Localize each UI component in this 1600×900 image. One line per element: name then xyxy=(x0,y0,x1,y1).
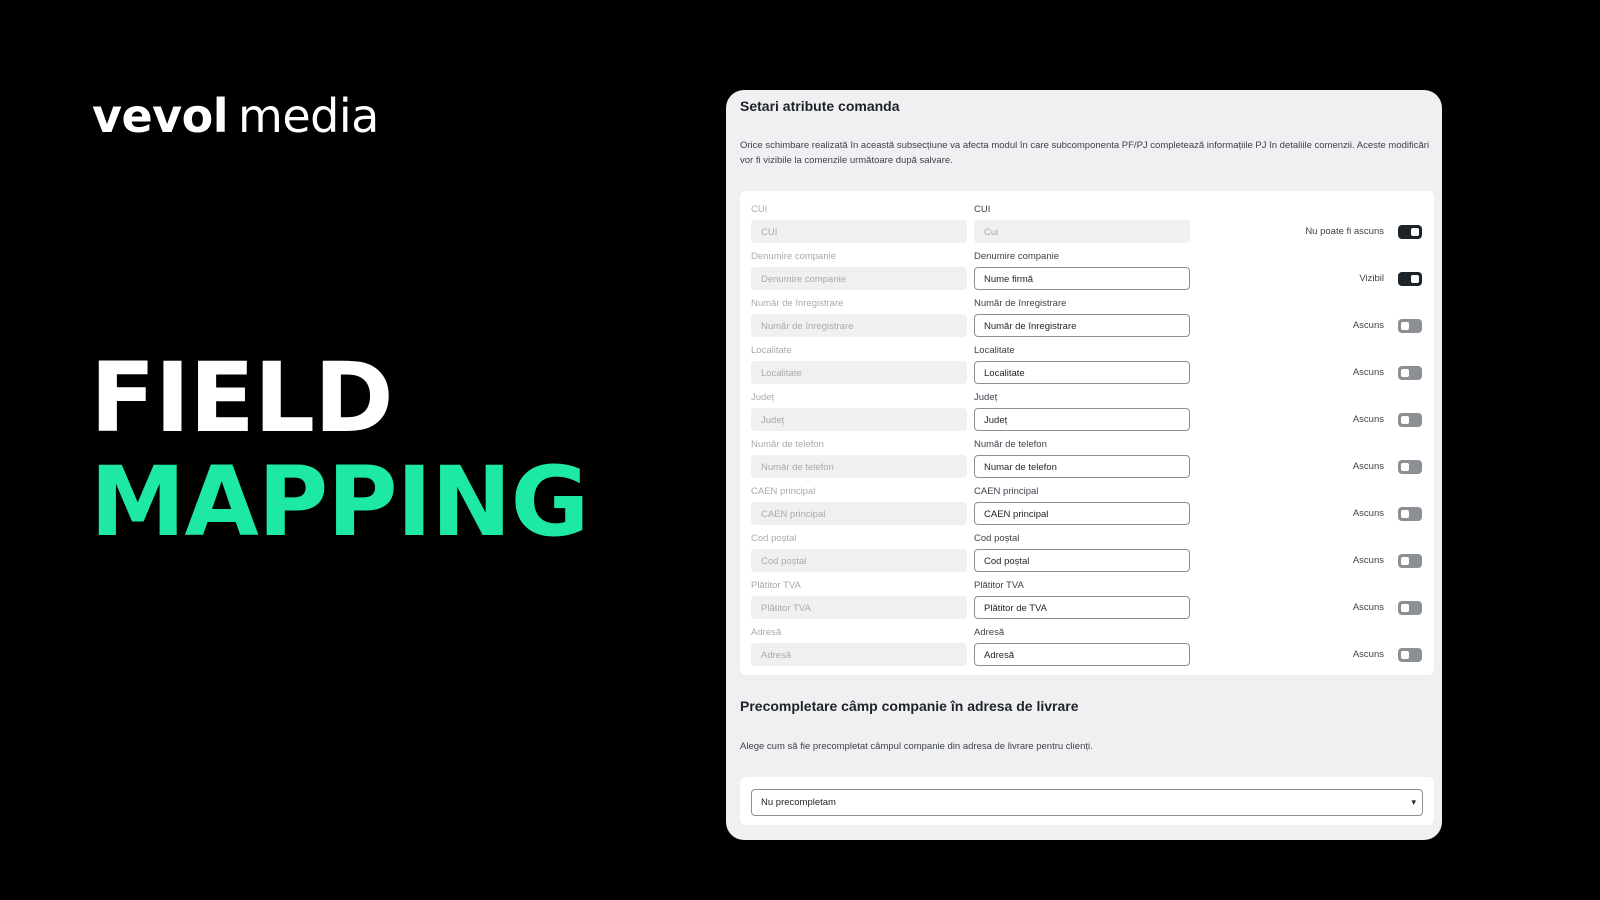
custom-field-input[interactable]: Nume firmă xyxy=(974,267,1190,290)
custom-field-label: Plătitor TVA xyxy=(974,580,1024,591)
default-field-label: Număr de telefon xyxy=(751,439,824,450)
field-row: Plătitor TVA Plătitor TVA Plătitor TVA Plăt… xyxy=(740,580,1434,627)
visibility-toggle[interactable] xyxy=(1398,554,1422,568)
custom-field-input[interactable]: Numar de telefon xyxy=(974,455,1190,478)
field-row: CUI CUI CUI Cui Nu poate fi ascuns xyxy=(740,204,1434,251)
default-field-input: Număr de înregistrare xyxy=(751,314,967,337)
visibility-toggle[interactable] xyxy=(1398,366,1422,380)
visibility-status: Ascuns xyxy=(1352,602,1384,613)
default-field-input: Localitate xyxy=(751,361,967,384)
default-field-input: Cod poștal xyxy=(751,549,967,572)
custom-field-label: CUI xyxy=(974,204,991,215)
default-field-input: CUI xyxy=(751,220,967,243)
prefill-description: Alege cum să fie precompletat câmpul com… xyxy=(740,741,1093,752)
custom-field-input[interactable]: Plătitor de TVA xyxy=(974,596,1190,619)
default-field-label: Localitate xyxy=(751,345,792,356)
default-field-input: Număr de telefon xyxy=(751,455,967,478)
default-field-label: Plătitor TVA xyxy=(751,580,801,591)
headline: FIELD MAPPING xyxy=(90,342,589,558)
toggle-knob xyxy=(1401,463,1409,471)
toggle-knob xyxy=(1401,416,1409,424)
default-field-label: Cod poștal xyxy=(751,533,797,544)
panel-description: Orice schimbare realizată în această sub… xyxy=(740,140,1430,166)
custom-field-label: Număr de înregistrare xyxy=(974,298,1067,309)
field-row: Număr de înregistrare Număr de înregistra… xyxy=(740,298,1434,345)
default-field-input: Plătitor TVA xyxy=(751,596,967,619)
settings-panel: Setari atribute comanda Orice schimbare … xyxy=(726,90,1442,840)
visibility-toggle[interactable] xyxy=(1398,507,1422,521)
custom-field-label: Localitate xyxy=(974,345,1015,356)
visibility-toggle[interactable] xyxy=(1398,413,1422,427)
default-field-label: Adresă xyxy=(751,627,782,638)
toggle-knob xyxy=(1401,510,1409,518)
fields-card: CUI CUI CUI Cui Nu poate fi ascuns Denumire c… xyxy=(740,191,1434,675)
visibility-toggle[interactable] xyxy=(1398,601,1422,615)
logo-part1: vevol xyxy=(92,89,229,143)
default-field-label: Județ xyxy=(751,392,775,403)
visibility-status: Ascuns xyxy=(1352,555,1384,566)
prefill-select[interactable]: Nu precompletam ▾ xyxy=(751,789,1423,816)
field-row: Județ Județ Județ Județ Ascuns xyxy=(740,392,1434,439)
custom-field-input[interactable]: CAEN principal xyxy=(974,502,1190,525)
default-field-input: Adresă xyxy=(751,643,967,666)
default-field-label: CUI xyxy=(751,204,768,215)
prefill-select-value: Nu precompletam xyxy=(761,797,836,808)
toggle-knob xyxy=(1401,369,1409,377)
custom-field-label: Adresă xyxy=(974,627,1005,638)
field-row: Cod poștal Cod poștal Cod poștal Cod poștal… xyxy=(740,533,1434,580)
custom-field-input[interactable]: Cod poștal xyxy=(974,549,1190,572)
visibility-toggle[interactable] xyxy=(1398,460,1422,474)
custom-field-label: Cod poștal xyxy=(974,533,1020,544)
toggle-knob xyxy=(1401,557,1409,565)
visibility-status: Nu poate fi ascuns xyxy=(1305,226,1384,237)
default-field-input: Denumire companie xyxy=(751,267,967,290)
toggle-knob xyxy=(1401,651,1409,659)
visibility-status: Ascuns xyxy=(1352,508,1384,519)
custom-field-input[interactable]: Număr de înregistrare xyxy=(974,314,1190,337)
visibility-status: Vizibil xyxy=(1359,273,1384,284)
toggle-knob xyxy=(1411,228,1419,236)
visibility-status: Ascuns xyxy=(1352,320,1384,331)
field-row: CAEN principal CAEN principal CAEN princip… xyxy=(740,486,1434,533)
default-field-label: Număr de înregistrare xyxy=(751,298,844,309)
field-row: Denumire companie Denumire companie Denumi… xyxy=(740,251,1434,298)
panel-title: Setari atribute comanda xyxy=(740,98,900,114)
custom-field-label: Denumire companie xyxy=(974,251,1060,262)
custom-field-label: CAEN principal xyxy=(974,486,1039,497)
toggle-knob xyxy=(1401,604,1409,612)
custom-field-input[interactable]: Adresă xyxy=(974,643,1190,666)
visibility-toggle[interactable] xyxy=(1398,272,1422,286)
prefill-card: Nu precompletam ▾ xyxy=(740,777,1434,825)
visibility-status: Ascuns xyxy=(1352,649,1384,660)
default-field-label: Denumire companie xyxy=(751,251,837,262)
default-field-label: CAEN principal xyxy=(751,486,816,497)
toggle-knob xyxy=(1401,322,1409,330)
headline-line2: MAPPING xyxy=(90,446,589,558)
headline-line1: FIELD xyxy=(90,342,394,454)
toggle-knob xyxy=(1411,275,1419,283)
custom-field-input[interactable]: Localitate xyxy=(974,361,1190,384)
default-field-input: Județ xyxy=(751,408,967,431)
visibility-toggle[interactable] xyxy=(1398,648,1422,662)
custom-field-label: Număr de telefon xyxy=(974,439,1047,450)
visibility-toggle[interactable] xyxy=(1398,319,1422,333)
field-row: Număr de telefon Număr de telefon Număr de… xyxy=(740,439,1434,486)
custom-field-label: Județ xyxy=(974,392,998,403)
visibility-status: Ascuns xyxy=(1352,367,1384,378)
field-row: Adresă Adresă Adresă Adresă Ascuns xyxy=(740,627,1434,674)
custom-field-input: Cui xyxy=(974,220,1190,243)
field-row: Localitate Localitate Localitate Localitate… xyxy=(740,345,1434,392)
logo-part2: media xyxy=(238,89,379,143)
visibility-toggle[interactable] xyxy=(1398,225,1422,239)
chevron-down-icon: ▾ xyxy=(1411,797,1416,807)
prefill-title: Precompletare câmp companie în adresa de… xyxy=(740,698,1079,714)
default-field-input: CAEN principal xyxy=(751,502,967,525)
brand-logo: vevol media xyxy=(92,86,379,146)
custom-field-input[interactable]: Județ xyxy=(974,408,1190,431)
visibility-status: Ascuns xyxy=(1352,461,1384,472)
visibility-status: Ascuns xyxy=(1352,414,1384,425)
